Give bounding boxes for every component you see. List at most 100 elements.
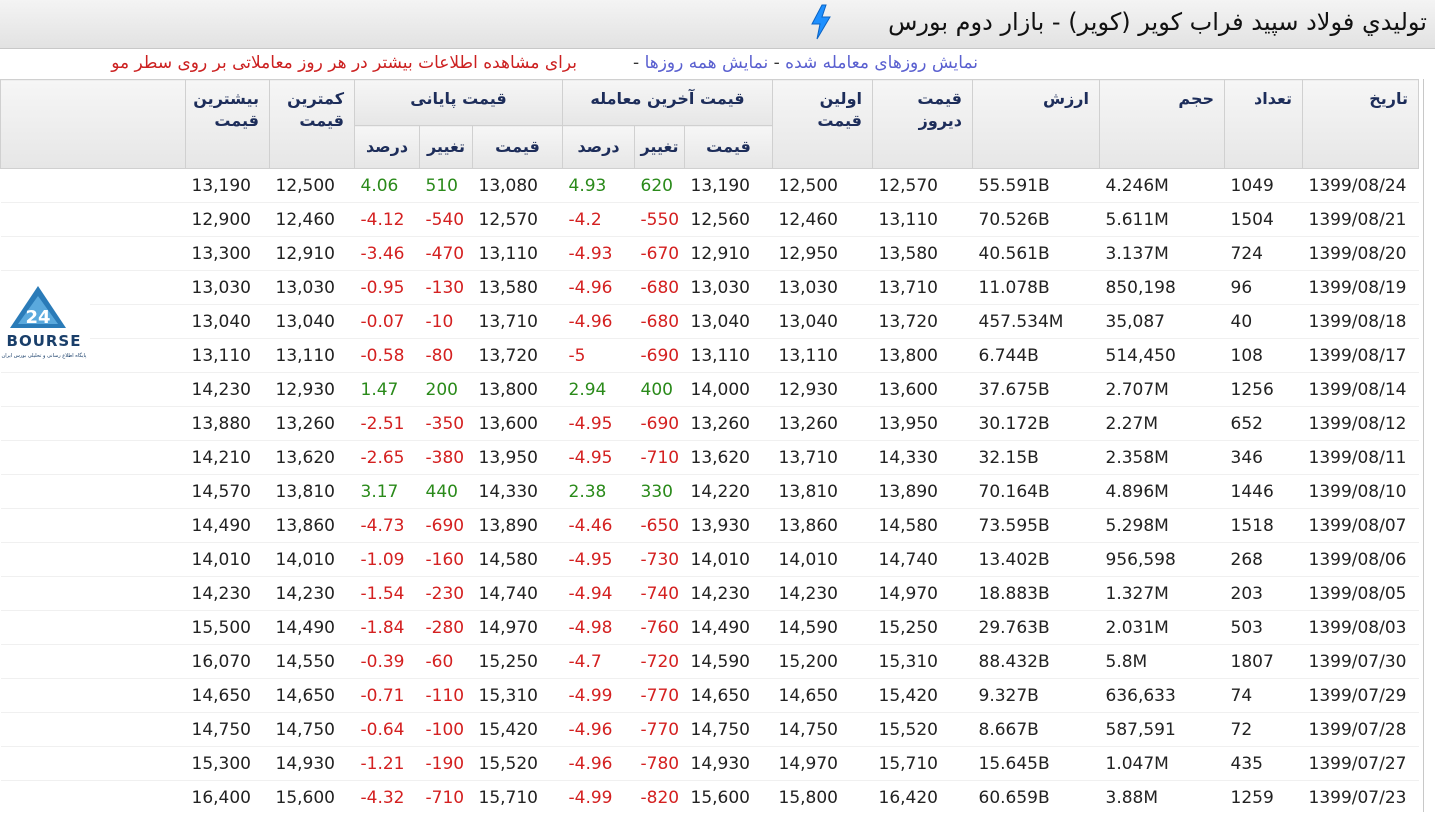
col-header-last-percent[interactable]: درصد: [562, 125, 635, 169]
table-row[interactable]: 12,900 12,460 -4.12 -540 12,570 -4.2 -550 12,56…: [0, 202, 1419, 237]
table-row[interactable]: 14,230 14,230 -1.54 -230 14,740 -4.94 -740 14,2…: [0, 576, 1419, 611]
cell-low: 14,230: [269, 576, 355, 611]
view-options: نمایش روزهای معامله شده - نمایش همه روزه…: [633, 53, 978, 73]
spacer-cell: [0, 168, 186, 203]
cell-low: 13,620: [269, 440, 355, 475]
col-header-value[interactable]: ارزش: [972, 79, 1100, 169]
cell-volume: 2.27M: [1099, 406, 1225, 441]
cell-low: 13,860: [269, 508, 355, 543]
cell-yesterday-price: 15,520: [872, 712, 973, 747]
cell-last-price: 15,600: [684, 780, 773, 812]
cell-last-percent: -4.7: [562, 644, 635, 679]
svg-text:پایگاه اطلاع رسانی و تحلیلی بو: پایگاه اطلاع رسانی و تحلیلی بورس ایران: [2, 352, 87, 359]
cell-yesterday-price: 14,580: [872, 508, 973, 543]
col-header-high[interactable]: بیشترین قیمت: [185, 79, 270, 169]
cell-volume: 5.298M: [1099, 508, 1225, 543]
show-traded-days-link[interactable]: نمایش روزهای معامله شده: [785, 53, 978, 73]
cell-high: 12,900: [185, 202, 270, 237]
col-header-last-value[interactable]: قیمت: [684, 125, 773, 169]
table-row[interactable]: 13,300 12,910 -3.46 -470 13,110 -4.93 -670 12,9…: [0, 236, 1419, 271]
cell-high: 16,070: [185, 644, 270, 679]
cell-value: 18.883B: [972, 576, 1100, 611]
separator: -: [768, 53, 786, 73]
col-header-yesterday-price[interactable]: قیمت دیروز: [872, 79, 973, 169]
spacer-cell: [0, 406, 186, 441]
col-header-final-percent[interactable]: درصد: [354, 125, 420, 169]
bourse24-logo-mark: 24 BOURSE پایگاه اطلاع رسانی و تحلیلی بو…: [2, 286, 87, 359]
cell-final-percent: -0.07: [354, 304, 420, 339]
cell-yesterday-price: 13,720: [872, 304, 973, 339]
cell-final-percent: -1.09: [354, 542, 420, 577]
table-row[interactable]: 16,400 15,600 -4.32 -710 15,710 -4.99 -820 15,6…: [0, 780, 1419, 812]
cell-count: 724: [1224, 236, 1303, 271]
cell-final-price: 13,110: [472, 236, 563, 271]
cell-final-change: -80: [419, 338, 473, 373]
table-row[interactable]: 15,300 14,930 -1.21 -190 15,520 -4.96 -780 14,9…: [0, 746, 1419, 781]
col-header-final-change[interactable]: تغییر: [419, 125, 473, 169]
cell-high: 13,300: [185, 236, 270, 271]
cell-final-change: -350: [419, 406, 473, 441]
table-row[interactable]: 13,110 13,110 -0.58 -80 13,720 -5 -690 13,110 13…: [0, 338, 1419, 373]
col-header-low[interactable]: کمترین قیمت: [269, 79, 355, 169]
cell-last-change: -820: [634, 780, 685, 812]
table-row[interactable]: 14,490 13,860 -4.73 -690 13,890 -4.46 -650 13,9…: [0, 508, 1419, 543]
table-row[interactable]: 13,040 13,040 -0.07 -10 13,710 -4.96 -680 13,04…: [0, 304, 1419, 339]
cell-volume: 2.358M: [1099, 440, 1225, 475]
cell-volume: 956,598: [1099, 542, 1225, 577]
cell-last-price: 14,220: [684, 474, 773, 509]
cell-count: 1049: [1224, 168, 1303, 203]
cell-last-percent: -4.2: [562, 202, 635, 237]
cell-high: 14,230: [185, 576, 270, 611]
col-header-first-price[interactable]: اولین قیمت: [772, 79, 873, 169]
cell-last-percent: -4.96: [562, 304, 635, 339]
cell-final-percent: -0.95: [354, 270, 420, 305]
cell-count: 268: [1224, 542, 1303, 577]
hint-text: برای مشاهده اطلاعات بیشتر در هر روز معام…: [111, 53, 577, 73]
cell-final-percent: -2.65: [354, 440, 420, 475]
cell-first-price: 13,860: [772, 508, 873, 543]
cell-last-price: 14,750: [684, 712, 773, 747]
history-table-container[interactable]: بیشترین قیمت کمترین قیمت قیمت پایانی قیم…: [0, 79, 1424, 812]
cell-final-price: 13,080: [472, 168, 563, 203]
cell-first-price: 13,260: [772, 406, 873, 441]
cell-value: 8.667B: [972, 712, 1100, 747]
table-row[interactable]: 14,750 14,750 -0.64 -100 15,420 -4.96 -770 14,7…: [0, 712, 1419, 747]
cell-final-price: 13,710: [472, 304, 563, 339]
table-row[interactable]: 16,070 14,550 -0.39 -60 15,250 -4.7 -720 14,590…: [0, 644, 1419, 679]
table-row[interactable]: 13,030 13,030 -0.95 -130 13,580 -4.96 -680 13,0…: [0, 270, 1419, 305]
cell-yesterday-price: 15,710: [872, 746, 973, 781]
col-header-last-change[interactable]: تغییر: [634, 125, 685, 169]
table-body: 13,190 12,500 4.06 510 13,080 4.93 620 13,190 12…: [0, 168, 1419, 812]
table-row[interactable]: 13,190 12,500 4.06 510 13,080 4.93 620 13,190 12…: [0, 168, 1419, 203]
cell-final-change: 440: [419, 474, 473, 509]
cell-last-percent: 2.94: [562, 372, 635, 407]
lightning-bolt-icon: [811, 4, 831, 40]
table-row[interactable]: 14,230 12,930 1.47 200 13,800 2.94 400 14,000 12…: [0, 372, 1419, 407]
cell-volume: 5.611M: [1099, 202, 1225, 237]
col-header-count[interactable]: تعداد: [1224, 79, 1303, 169]
cell-volume: 5.8M: [1099, 644, 1225, 679]
cell-low: 14,010: [269, 542, 355, 577]
col-header-date[interactable]: تاریخ: [1302, 79, 1419, 169]
show-all-days-link[interactable]: نمایش همه روزها: [645, 53, 769, 73]
table-row[interactable]: 14,650 14,650 -0.71 -110 15,310 -4.99 -770 14,6…: [0, 678, 1419, 713]
col-header-final-value[interactable]: قیمت: [472, 125, 563, 169]
cell-count: 1807: [1224, 644, 1303, 679]
table-row[interactable]: 14,570 13,810 3.17 440 14,330 2.38 330 14,220 13…: [0, 474, 1419, 509]
table-row[interactable]: 14,210 13,620 -2.65 -380 13,950 -4.95 -710 13,6…: [0, 440, 1419, 475]
cell-value: 60.659B: [972, 780, 1100, 812]
spacer-cell: [0, 678, 186, 713]
cell-count: 96: [1224, 270, 1303, 305]
cell-last-change: -710: [634, 440, 685, 475]
cell-high: 14,210: [185, 440, 270, 475]
cell-final-percent: -3.46: [354, 236, 420, 271]
col-header-volume[interactable]: حجم: [1099, 79, 1225, 169]
table-row[interactable]: 13,880 13,260 -2.51 -350 13,600 -4.95 -690 13,2…: [0, 406, 1419, 441]
cell-last-change: -550: [634, 202, 685, 237]
table-row[interactable]: 15,500 14,490 -1.84 -280 14,970 -4.98 -760 14,4…: [0, 610, 1419, 645]
cell-last-change: -730: [634, 542, 685, 577]
table-row[interactable]: 14,010 14,010 -1.09 -160 14,580 -4.95 -730 14,0…: [0, 542, 1419, 577]
cell-last-price: 13,110: [684, 338, 773, 373]
spacer-cell: [0, 372, 186, 407]
cell-final-price: 13,950: [472, 440, 563, 475]
